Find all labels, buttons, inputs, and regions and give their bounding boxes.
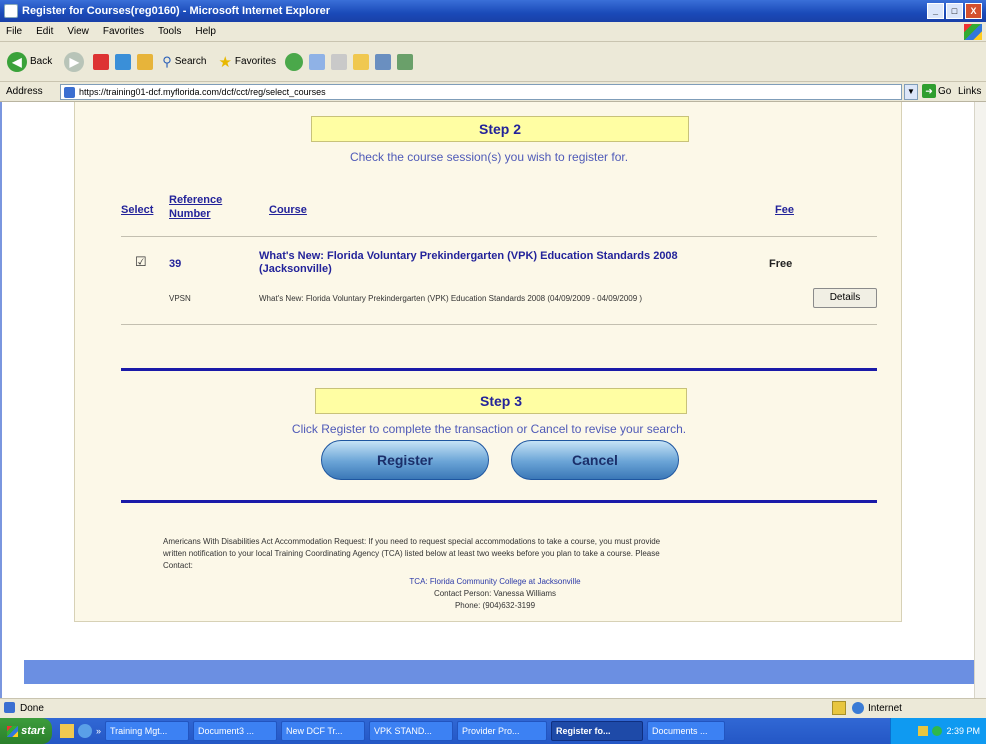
menu-help[interactable]: Help (195, 26, 216, 37)
maximize-button[interactable]: □ (946, 3, 963, 19)
status-text: Done (20, 703, 44, 714)
ada-notice: Americans With Disabilities Act Accommod… (163, 537, 661, 570)
taskbar: start » Training Mgt... Document3 ... Ne… (0, 718, 986, 744)
page-viewport: Step 2 Check the course session(s) you w… (0, 102, 986, 698)
go-arrow-icon: ➜ (922, 84, 936, 98)
history-icon[interactable] (285, 52, 304, 71)
select-column-header: Select (121, 204, 154, 216)
page-footer-bar (24, 660, 976, 684)
address-url: https://training01-dcf.myflorida.com/dcf… (79, 87, 326, 97)
course-description: What's New: Florida Voluntary Prekinderg… (259, 294, 643, 303)
status-bar: Done Internet (0, 698, 986, 718)
registration-panel: Step 2 Check the course session(s) you w… (74, 102, 902, 622)
table-divider-bottom (121, 324, 877, 325)
lock-icon (832, 701, 846, 715)
course-reference-number[interactable]: 39 (169, 258, 181, 270)
menu-view[interactable]: View (67, 26, 89, 37)
task-documents[interactable]: Documents ... (647, 721, 726, 741)
quicklaunch-folder-icon[interactable] (60, 724, 74, 738)
cancel-button[interactable]: Cancel (511, 440, 679, 480)
windows-flag-icon (7, 725, 19, 737)
home-icon[interactable] (137, 53, 154, 70)
refresh-icon[interactable] (115, 53, 132, 70)
task-training-mgt[interactable]: Training Mgt... (105, 721, 190, 741)
quicklaunch-ie-icon[interactable] (78, 724, 92, 738)
minimize-button[interactable]: _ (927, 3, 944, 19)
reference-column-header-line1: Reference (169, 194, 223, 206)
register-button[interactable]: Register (321, 440, 489, 480)
menu-edit[interactable]: Edit (36, 26, 53, 37)
clock: 2:39 PM (946, 726, 980, 736)
ie-app-icon (4, 4, 18, 18)
task-vpk-stand[interactable]: VPK STAND... (369, 721, 454, 741)
browser-toolbar: ◀ Back ▶ ⚲ Search ★ Favorites (0, 42, 986, 82)
reference-column-header-line2: Number (169, 208, 211, 220)
section-separator-2 (121, 500, 877, 503)
task-register-for[interactable]: Register fo... (551, 721, 644, 741)
search-icon: ⚲ (162, 53, 172, 69)
window-titlebar: Register for Courses(reg0160) - Microsof… (0, 0, 986, 22)
forward-arrow-icon: ▶ (64, 51, 85, 72)
folder-icon[interactable] (353, 53, 370, 70)
globe-icon (852, 702, 864, 714)
page-icon (64, 87, 75, 98)
messenger-icon[interactable] (397, 53, 414, 70)
tca-name[interactable]: TCA: Florida Community College at Jackso… (275, 576, 715, 588)
vertical-scrollbar[interactable] (974, 102, 986, 698)
section-separator (121, 368, 877, 371)
table-divider (121, 236, 877, 237)
step3-heading: Step 3 (315, 388, 687, 414)
system-tray: 2:39 PM (890, 718, 986, 744)
close-button[interactable]: X (965, 3, 982, 19)
menu-file[interactable]: File (6, 26, 22, 37)
step2-heading: Step 2 (311, 116, 689, 142)
mail-icon[interactable] (309, 53, 326, 70)
forward-button[interactable]: ▶ (61, 50, 87, 74)
address-label: Address (6, 86, 43, 97)
security-zone: Internet (868, 703, 902, 714)
address-dropdown[interactable]: ▼ (904, 84, 918, 100)
address-bar: Address https://training01-dcf.myflorida… (0, 82, 986, 102)
task-provider-pro[interactable]: Provider Pro... (457, 721, 548, 741)
tray-network-icon[interactable] (918, 726, 929, 736)
quicklaunch-more-icon[interactable]: » (96, 726, 101, 736)
menu-tools[interactable]: Tools (158, 26, 181, 37)
menu-bar: File Edit View Favorites Tools Help (0, 22, 986, 42)
course-fee: Free (769, 258, 793, 270)
tray-status-icon[interactable] (932, 726, 943, 736)
details-button[interactable]: Details (813, 288, 877, 308)
print-icon[interactable] (331, 53, 348, 70)
back-button[interactable]: ◀ Back (4, 50, 55, 74)
course-code: VPSN (169, 294, 191, 303)
step3-instruction: Click Register to complete the transacti… (291, 422, 687, 436)
window-title: Register for Courses(reg0160) - Microsof… (22, 5, 331, 17)
course-title[interactable]: What's New: Florida Voluntary Prekinderg… (259, 250, 769, 276)
page-done-icon (4, 702, 15, 713)
links-button[interactable]: Links (958, 86, 981, 97)
star-icon: ★ (218, 53, 232, 71)
menu-favorites[interactable]: Favorites (103, 26, 144, 37)
contact-person: Contact Person: Vanessa Williams (433, 589, 557, 598)
favorites-button[interactable]: ★ Favorites (215, 51, 279, 73)
research-icon[interactable] (375, 53, 392, 70)
task-new-dcf[interactable]: New DCF Tr... (281, 721, 366, 741)
windows-logo-icon (964, 24, 982, 40)
stop-icon[interactable] (93, 53, 110, 70)
contact-phone: Phone: (904)632-3199 (454, 601, 536, 610)
task-document3[interactable]: Document3 ... (193, 721, 278, 741)
course-column-header: Course (269, 204, 307, 216)
fee-column-header: Fee (775, 204, 794, 216)
start-button[interactable]: start (0, 718, 52, 744)
go-button[interactable]: ➜ Go (922, 84, 951, 98)
address-input[interactable]: https://training01-dcf.myflorida.com/dcf… (60, 84, 902, 100)
step2-instruction: Check the course session(s) you wish to … (349, 150, 629, 164)
back-arrow-icon: ◀ (7, 51, 27, 72)
search-button[interactable]: ⚲ Search (159, 52, 209, 72)
course-select-checkbox[interactable]: ☑ (135, 254, 147, 270)
